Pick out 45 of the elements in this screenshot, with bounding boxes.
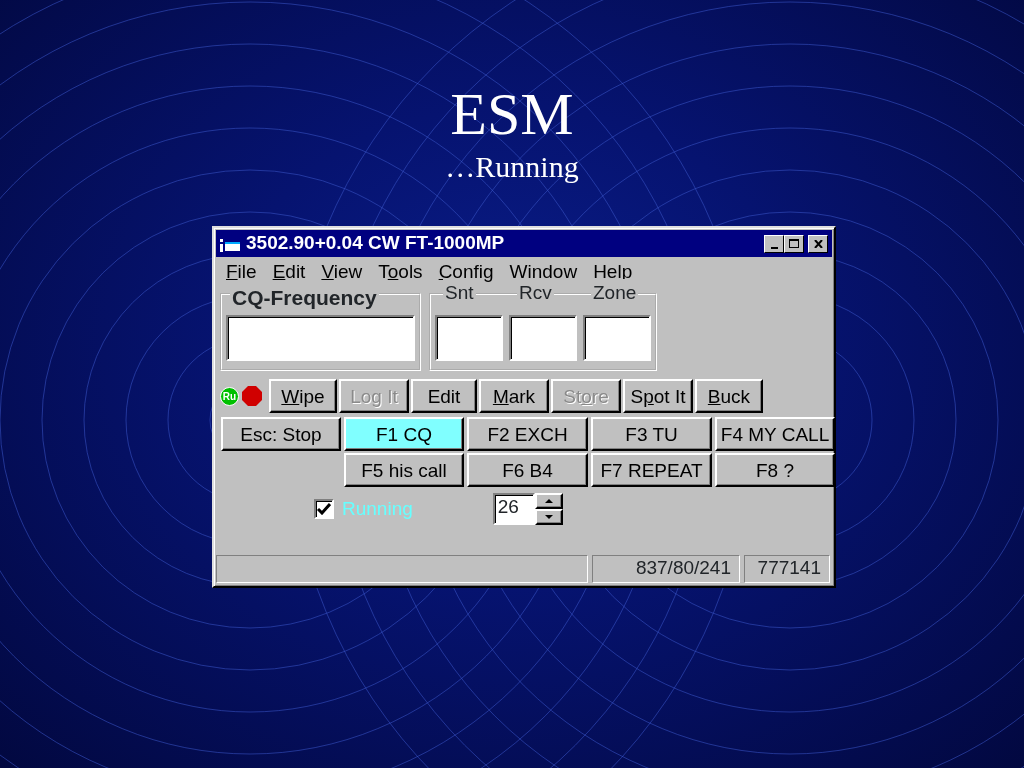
frequency-field[interactable] <box>226 315 415 361</box>
down-arrow-icon <box>544 515 553 519</box>
text-field[interactable] <box>583 315 651 361</box>
function-key-button[interactable]: F2 EXCH <box>467 417 588 451</box>
function-key-button[interactable]: F8 ? <box>715 453 835 487</box>
number-field[interactable]: 26 <box>492 493 535 525</box>
spin-up-button[interactable] <box>534 493 563 509</box>
menu-item[interactable]: Config <box>430 261 502 281</box>
slide-subtitle: …Running <box>445 152 579 182</box>
function-key-button[interactable]: F3 TU <box>591 417 712 451</box>
up-arrow-icon <box>544 499 553 503</box>
function-key-button[interactable]: F5 his call <box>344 453 464 487</box>
function-key-button[interactable]: Esc: Stop <box>221 417 341 451</box>
text-field[interactable] <box>435 315 503 361</box>
menu-item[interactable]: Edit <box>264 261 314 281</box>
menu-item[interactable]: File <box>218 261 265 281</box>
status-pane: 777141 <box>744 555 830 583</box>
toolbar-button[interactable]: Wipe <box>269 379 337 413</box>
toolbar-button[interactable]: Buck <box>695 379 763 413</box>
status-pane: 837/80/241 <box>592 555 740 583</box>
spin-down-button[interactable] <box>534 509 563 525</box>
toolbar-button[interactable]: Spot It <box>623 379 693 413</box>
close-icon <box>813 239 823 248</box>
slide-title: ESM <box>450 84 574 144</box>
close-button[interactable] <box>808 234 828 253</box>
function-key-button[interactable]: F7 REPEAT <box>591 453 712 487</box>
menu-item[interactable]: Window <box>501 261 586 281</box>
minimize-button[interactable] <box>764 234 784 253</box>
stop-sign-icon <box>241 385 263 407</box>
text-field[interactable] <box>509 315 577 361</box>
function-key-button[interactable]: F1 CQ <box>344 417 464 451</box>
function-key-button[interactable]: F4 MY CALL <box>715 417 835 451</box>
checkbox-label: Running <box>342 496 413 521</box>
checkbox[interactable] <box>314 499 334 519</box>
toolbar-button[interactable]: Mark <box>479 379 549 413</box>
menu-item[interactable]: Tools <box>370 261 431 281</box>
menu-item[interactable]: Help <box>585 261 641 281</box>
function-key-button[interactable]: F6 B4 <box>467 453 588 487</box>
window-title: 3502.90+0.04 CW FT-1000MP <box>246 231 505 256</box>
maximize-button[interactable] <box>784 234 804 253</box>
minimize-icon <box>770 246 778 249</box>
status-badge: Ru <box>220 386 239 406</box>
maximize-icon <box>789 239 799 248</box>
menu-item[interactable]: View <box>313 261 371 281</box>
toolbar-button[interactable]: Edit <box>411 379 477 413</box>
